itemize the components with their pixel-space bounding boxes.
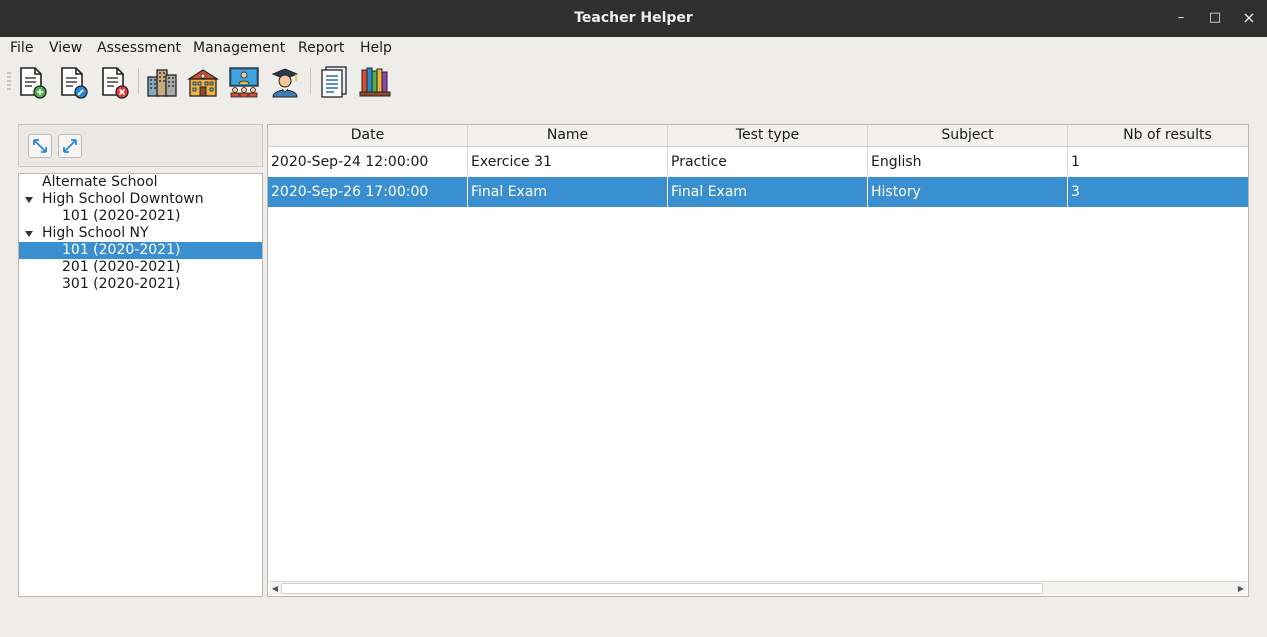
schools-buildings-icon[interactable] bbox=[145, 65, 179, 99]
maximize-button[interactable]: □ bbox=[1206, 9, 1224, 27]
cell-subject: English bbox=[868, 147, 1068, 177]
menu-management[interactable]: Management bbox=[193, 40, 285, 56]
close-button[interactable]: × bbox=[1240, 9, 1258, 27]
toolbar bbox=[0, 60, 1267, 102]
collapse-all-button[interactable] bbox=[58, 134, 82, 158]
tree-item-label: Alternate School bbox=[42, 174, 158, 190]
column-header-name[interactable]: Name bbox=[468, 125, 668, 146]
tree-tools-panel bbox=[18, 124, 263, 167]
toolbar-separator bbox=[138, 68, 139, 94]
table-row[interactable]: 2020-Sep-24 12:00:00 Exercice 31 Practic… bbox=[268, 147, 1248, 177]
expand-arrows-icon bbox=[33, 139, 47, 153]
expand-arrow-icon[interactable] bbox=[25, 197, 33, 203]
expand-all-button[interactable] bbox=[28, 134, 52, 158]
horizontal-scrollbar[interactable]: ◀ ▶ bbox=[269, 581, 1247, 595]
column-header-subject[interactable]: Subject bbox=[868, 125, 1068, 146]
column-header-date[interactable]: Date bbox=[268, 125, 468, 146]
menu-file[interactable]: File bbox=[10, 40, 33, 56]
table-header: Date Name Test type Subject Nb of result… bbox=[268, 125, 1248, 147]
cell-test-type: Practice bbox=[668, 147, 868, 177]
cell-name: Exercice 31 bbox=[468, 147, 668, 177]
tree-item[interactable]: 101 (2020-2021) bbox=[19, 208, 262, 225]
collapse-arrows-icon bbox=[63, 139, 77, 153]
tree-item-label: 201 (2020-2021) bbox=[62, 259, 181, 275]
cell-date: 2020-Sep-26 17:00:00 bbox=[268, 177, 468, 207]
menu-help[interactable]: Help bbox=[360, 40, 392, 56]
tree-item-label: 101 (2020-2021) bbox=[62, 242, 181, 258]
column-header-test-type[interactable]: Test type bbox=[668, 125, 868, 146]
minimize-button[interactable]: – bbox=[1172, 9, 1190, 27]
toolbar-separator bbox=[310, 68, 311, 94]
cell-date: 2020-Sep-24 12:00:00 bbox=[268, 147, 468, 177]
new-document-icon[interactable] bbox=[15, 65, 49, 99]
menu-assessment[interactable]: Assessment bbox=[97, 40, 181, 56]
tree-item-label: High School Downtown bbox=[42, 191, 204, 207]
tree-item[interactable]: Alternate School bbox=[19, 174, 262, 191]
cell-test-type: Final Exam bbox=[668, 177, 868, 207]
scroll-right-icon[interactable]: ▶ bbox=[1235, 583, 1247, 595]
tree-item[interactable]: 101 (2020-2021) bbox=[19, 242, 262, 259]
tree-item-label: 301 (2020-2021) bbox=[62, 276, 181, 292]
student-graduate-icon[interactable] bbox=[268, 65, 302, 99]
school-tree[interactable]: Alternate School High School Downtown 10… bbox=[18, 173, 263, 597]
books-shelf-icon[interactable] bbox=[358, 65, 392, 99]
table-row[interactable]: 2020-Sep-26 17:00:00 Final Exam Final Ex… bbox=[268, 177, 1248, 207]
edit-document-icon[interactable] bbox=[56, 65, 90, 99]
scroll-left-icon[interactable]: ◀ bbox=[269, 583, 281, 595]
classroom-icon[interactable] bbox=[227, 65, 261, 99]
column-header-nb-results[interactable]: Nb of results bbox=[1068, 125, 1248, 146]
menu-bar: File View Assessment Management Report H… bbox=[0, 37, 1267, 59]
toolbar-grip[interactable] bbox=[7, 72, 11, 90]
menu-report[interactable]: Report bbox=[298, 40, 344, 56]
cell-subject: History bbox=[868, 177, 1068, 207]
menu-view[interactable]: View bbox=[49, 40, 82, 56]
window-title: Teacher Helper bbox=[574, 10, 693, 26]
expand-arrow-icon[interactable] bbox=[25, 231, 33, 237]
cell-nb-results: 3 bbox=[1068, 177, 1248, 207]
assessments-table[interactable]: Date Name Test type Subject Nb of result… bbox=[267, 124, 1249, 597]
scrollbar-thumb[interactable] bbox=[281, 583, 1043, 594]
title-bar: Teacher Helper – □ × bbox=[0, 0, 1267, 37]
tree-item[interactable]: 201 (2020-2021) bbox=[19, 259, 262, 276]
cell-nb-results: 1 bbox=[1068, 147, 1248, 177]
tree-item[interactable]: 301 (2020-2021) bbox=[19, 276, 262, 293]
tree-item-label: High School NY bbox=[42, 225, 149, 241]
delete-document-icon[interactable] bbox=[97, 65, 131, 99]
cell-name: Final Exam bbox=[468, 177, 668, 207]
tree-item-label: 101 (2020-2021) bbox=[62, 208, 181, 224]
tree-item[interactable]: High School Downtown bbox=[19, 191, 262, 208]
tree-item[interactable]: High School NY bbox=[19, 225, 262, 242]
report-document-icon[interactable] bbox=[317, 65, 351, 99]
school-icon[interactable] bbox=[186, 65, 220, 99]
